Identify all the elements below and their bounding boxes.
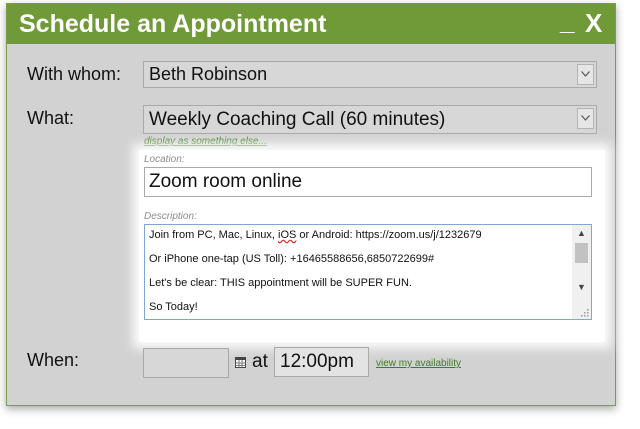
- minimize-button[interactable]: _: [560, 6, 574, 37]
- location-input[interactable]: Zoom room online: [144, 167, 592, 197]
- with-whom-label: With whom:: [27, 64, 122, 84]
- description-line: Or iPhone one-tap (US Toll): +1646558865…: [149, 253, 435, 265]
- description-caption: Description:: [144, 211, 197, 222]
- what-value: Weekly Coaching Call (60 minutes): [149, 109, 446, 130]
- with-whom-value: Beth Robinson: [149, 64, 268, 84]
- close-button[interactable]: X: [585, 8, 602, 39]
- view-availability-link[interactable]: view my availability: [376, 358, 461, 369]
- description-scrollbar[interactable]: ▲ ▼: [572, 225, 591, 319]
- title-bar: Schedule an Appointment _ X: [7, 4, 615, 44]
- what-select[interactable]: Weekly Coaching Call (60 minutes): [143, 105, 597, 134]
- date-input[interactable]: [143, 348, 229, 378]
- resize-grip-icon[interactable]: [581, 309, 589, 317]
- details-panel: Location: Zoom room online Description: …: [139, 150, 605, 342]
- scroll-down-icon[interactable]: ▼: [572, 279, 591, 295]
- description-line: Join from PC, Mac, Linux, iOS or Android…: [149, 229, 482, 241]
- scroll-up-icon[interactable]: ▲: [572, 225, 591, 241]
- at-label: at: [252, 351, 268, 372]
- description-textarea[interactable]: Join from PC, Mac, Linux, iOS or Android…: [144, 224, 592, 320]
- description-line: So Today!: [149, 301, 198, 313]
- schedule-dialog: Schedule an Appointment _ X With whom: B…: [6, 3, 616, 406]
- chevron-down-icon[interactable]: [577, 108, 594, 129]
- location-caption: Location:: [144, 154, 185, 165]
- display-as-something-else-link[interactable]: display as something else...: [144, 136, 267, 147]
- scrollbar-thumb[interactable]: [575, 243, 588, 263]
- dialog-title: Schedule an Appointment: [19, 10, 327, 38]
- description-line: Let's be clear: THIS appointment will be…: [149, 277, 412, 289]
- when-label: When:: [27, 350, 80, 370]
- description-text: Join from PC, Mac, Linux, iOS or Android…: [149, 227, 569, 319]
- with-whom-select[interactable]: Beth Robinson: [143, 61, 597, 88]
- chevron-down-icon[interactable]: [577, 64, 594, 85]
- time-input[interactable]: 12:00pm: [274, 347, 369, 377]
- what-label: What:: [27, 108, 75, 128]
- calendar-icon[interactable]: [235, 357, 246, 368]
